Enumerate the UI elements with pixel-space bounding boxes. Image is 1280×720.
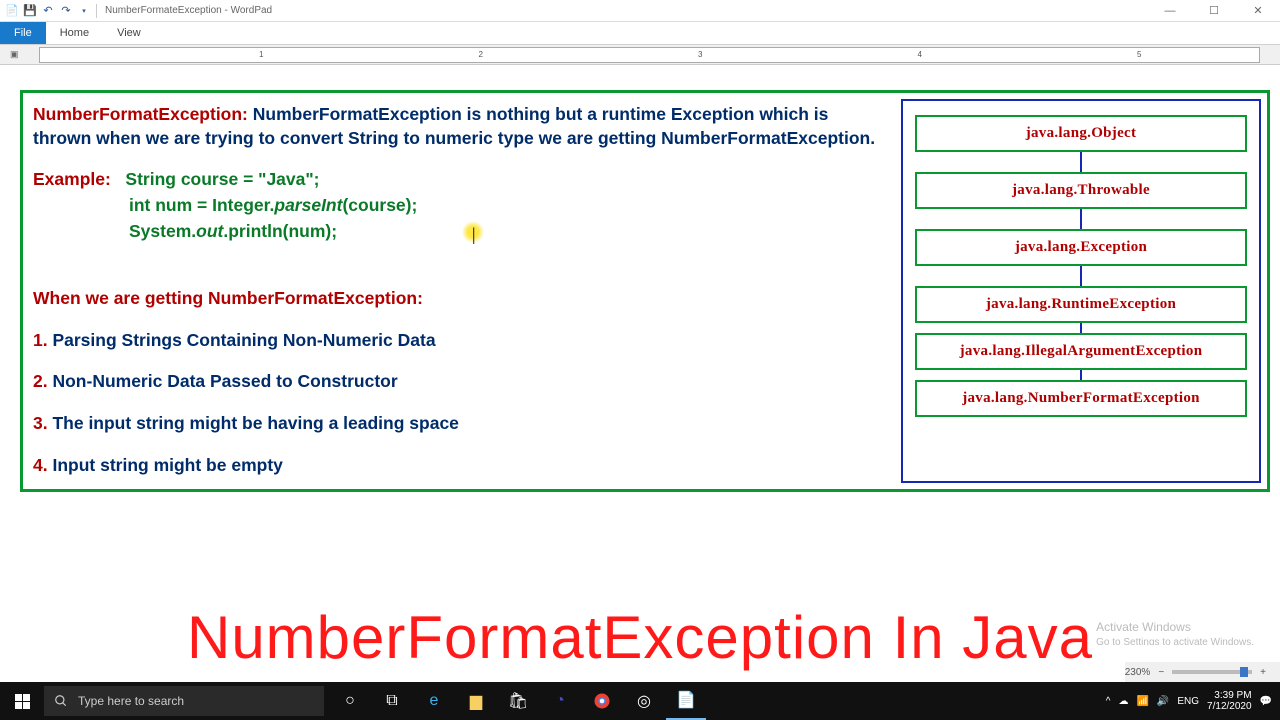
tray-language[interactable]: ENG <box>1177 696 1199 707</box>
search-icon <box>54 694 68 708</box>
hierarchy-connector <box>1080 323 1082 333</box>
video-overlay-title: NumberFormatException In Java <box>0 603 1280 672</box>
ruler-mark: 4 <box>918 50 922 59</box>
eclipse-icon[interactable]: ◔ <box>540 682 580 720</box>
zoom-out-button[interactable]: − <box>1158 667 1164 678</box>
hierarchy-connector <box>1080 370 1082 380</box>
window-controls: — ☐ ✕ <box>1148 0 1280 22</box>
titlebar: 📄 💾 ↶ ↷ ▾ NumberFormateException - WordP… <box>0 0 1280 22</box>
ruler-mark: 2 <box>479 50 483 59</box>
point-text: Non-Numeric Data Passed to Constructor <box>48 371 398 391</box>
ruler-mark: 3 <box>698 50 702 59</box>
zoom-in-button[interactable]: + <box>1260 667 1266 678</box>
save-icon[interactable]: 💾 <box>22 3 38 19</box>
document-canvas[interactable]: NumberFormatException: NumberFormatExcep… <box>0 65 1280 645</box>
hierarchy-box: java.lang.RuntimeException <box>915 286 1247 323</box>
tray-chevron-icon[interactable]: ^ <box>1106 696 1111 707</box>
wordpad-taskbar-icon[interactable]: 📄 <box>666 682 706 720</box>
separator <box>96 4 97 18</box>
store-icon[interactable]: 🛍 <box>498 682 538 720</box>
system-tray: ^ ☁ 📶 🔊 ENG 3:39 PM 7/12/2020 💬 <box>1106 690 1280 713</box>
wordpad-icon: 📄 <box>4 3 20 19</box>
point-num: 4. <box>33 455 48 475</box>
taskbar-search[interactable]: Type here to search <box>44 686 324 716</box>
text-cursor-highlight <box>462 221 484 243</box>
ruler-mark: 1 <box>259 50 263 59</box>
tray-cloud-icon[interactable]: ☁ <box>1118 696 1128 707</box>
minimize-button[interactable]: — <box>1148 0 1192 22</box>
menubar: File Home View <box>0 22 1280 45</box>
wordpad-statusbar: 230% − + <box>1125 662 1280 682</box>
windows-logo-icon <box>15 694 30 709</box>
file-menu[interactable]: File <box>0 22 46 44</box>
task-view-icon[interactable]: ⧉ <box>372 682 412 720</box>
point-text: The input string might be having a leadi… <box>48 413 459 433</box>
code-line-3: System.out.println(num); <box>129 221 337 241</box>
tray-volume-icon[interactable]: 🔊 <box>1157 696 1169 707</box>
hierarchy-connector <box>1080 209 1082 229</box>
heading-label: NumberFormatException: <box>33 104 248 124</box>
qat-dropdown-icon[interactable]: ▾ <box>76 3 92 19</box>
hierarchy-box: java.lang.Exception <box>915 229 1247 266</box>
code-line-2: int num = Integer.parseInt(course); <box>129 195 417 215</box>
hierarchy-panel: java.lang.Object java.lang.Throwable jav… <box>901 99 1261 483</box>
zoom-percent: 230% <box>1125 667 1151 678</box>
taskbar-apps: ○ ⧉ e ▆ 🛍 ◔ ◎ 📄 <box>330 682 706 720</box>
point-num: 2. <box>33 371 48 391</box>
hierarchy-box: java.lang.NumberFormatException <box>915 380 1247 417</box>
point-num: 3. <box>33 413 48 433</box>
hierarchy-connector <box>1080 266 1082 286</box>
point-text: Parsing Strings Containing Non-Numeric D… <box>48 330 436 350</box>
hierarchy-box: java.lang.Object <box>915 115 1247 152</box>
explorer-icon[interactable]: ▆ <box>456 682 496 720</box>
code-line-1: String course = "Java"; <box>125 169 319 189</box>
ruler-area: ▣ 1 2 3 4 5 <box>0 45 1280 65</box>
point-text: Input string might be empty <box>48 455 283 475</box>
zoom-slider[interactable] <box>1172 670 1252 674</box>
tray-wifi-icon[interactable]: 📶 <box>1136 696 1148 707</box>
cortana-icon[interactable]: ○ <box>330 682 370 720</box>
ruler-toggle-icon[interactable]: ▣ <box>10 49 19 60</box>
window-title: NumberFormateException - WordPad <box>105 5 272 16</box>
ruler[interactable]: 1 2 3 4 5 <box>39 47 1260 63</box>
notifications-icon[interactable]: 💬 <box>1260 696 1272 707</box>
hierarchy-box: java.lang.Throwable <box>915 172 1247 209</box>
taskbar: Type here to search ○ ⧉ e ▆ 🛍 ◔ ◎ 📄 ^ ☁ … <box>0 682 1280 720</box>
ruler-mark: 5 <box>1137 50 1141 59</box>
quick-access-toolbar: 📄 💾 ↶ ↷ ▾ <box>0 3 99 19</box>
example-label: Example: <box>33 169 111 189</box>
when-heading: When we are getting NumberFormatExceptio… <box>33 288 423 308</box>
content-text[interactable]: NumberFormatException: NumberFormatExcep… <box>29 99 887 483</box>
content-border: NumberFormatException: NumberFormatExcep… <box>20 90 1270 492</box>
obs-icon[interactable]: ◎ <box>624 682 664 720</box>
undo-icon[interactable]: ↶ <box>40 3 56 19</box>
hierarchy-connector <box>1080 152 1082 172</box>
view-tab[interactable]: View <box>103 22 155 44</box>
redo-icon[interactable]: ↷ <box>58 3 74 19</box>
edge-icon[interactable]: e <box>414 682 454 720</box>
close-button[interactable]: ✕ <box>1236 0 1280 22</box>
search-placeholder: Type here to search <box>78 694 184 708</box>
chrome-icon[interactable] <box>582 682 622 720</box>
point-num: 1. <box>33 330 48 350</box>
tray-clock[interactable]: 3:39 PM 7/12/2020 <box>1207 690 1252 713</box>
start-button[interactable] <box>0 682 44 720</box>
home-tab[interactable]: Home <box>46 22 103 44</box>
hierarchy-box: java.lang.IllegalArgumentException <box>915 333 1247 370</box>
maximize-button[interactable]: ☐ <box>1192 0 1236 22</box>
